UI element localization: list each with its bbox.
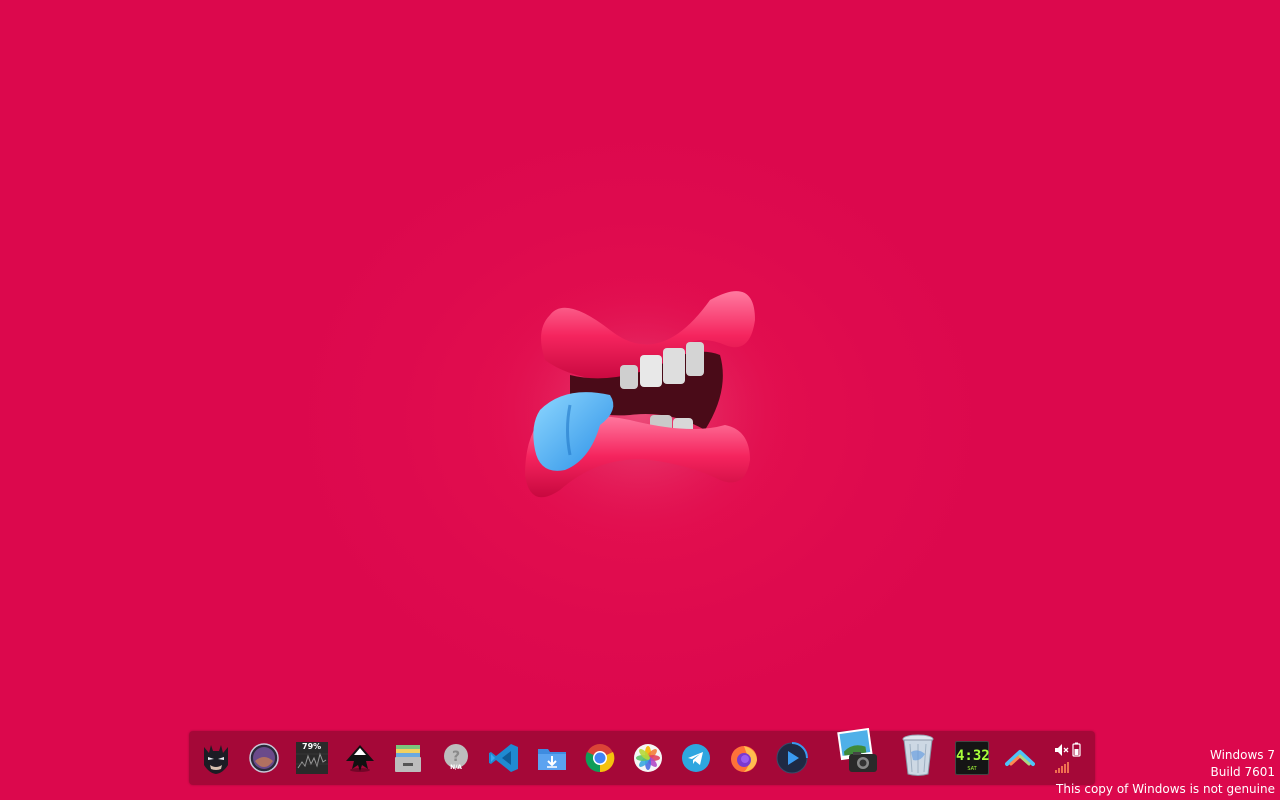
lips-artwork — [480, 270, 800, 550]
recycle-bin-icon[interactable] — [900, 733, 936, 777]
digital-clock-icon[interactable]: 4:32 SAT — [954, 739, 990, 777]
windows-watermark: Windows 7 Build 7601 This copy of Window… — [1056, 747, 1275, 798]
weather-na-label: N/A — [450, 764, 462, 771]
firefox-icon[interactable] — [726, 739, 762, 777]
svg-text:?: ? — [452, 749, 460, 765]
clock-day: SAT — [967, 766, 977, 772]
telegram-icon[interactable] — [678, 739, 714, 777]
inkscape-icon[interactable] — [342, 739, 378, 777]
watermark-build: Build 7601 — [1210, 765, 1275, 779]
photos-icon[interactable] — [630, 739, 666, 777]
media-player-icon[interactable] — [774, 739, 810, 777]
watermark-genuine-notice: This copy of Windows is not genuine — [1056, 782, 1275, 796]
taskbar-dock: 79% ? N/A 4:32 SAT — [189, 728, 1095, 785]
macos-launcher-icon[interactable] — [246, 739, 282, 777]
weather-unavailable-icon[interactable]: ? N/A — [438, 739, 474, 777]
downloads-folder-icon[interactable] — [534, 739, 570, 777]
batman-icon[interactable] — [198, 739, 234, 777]
app-launcher-icon[interactable] — [1002, 739, 1038, 777]
vscode-icon[interactable] — [486, 739, 522, 777]
watermark-os-name: Windows 7 — [1209, 748, 1275, 762]
clock-time: 4:32 — [956, 748, 990, 764]
image-viewer-icon[interactable] — [835, 727, 881, 775]
cpu-meter-icon[interactable]: 79% — [294, 739, 330, 777]
cpu-percent-label: 79% — [302, 742, 322, 751]
chrome-icon[interactable] — [582, 739, 618, 777]
archive-manager-icon[interactable] — [390, 739, 426, 777]
